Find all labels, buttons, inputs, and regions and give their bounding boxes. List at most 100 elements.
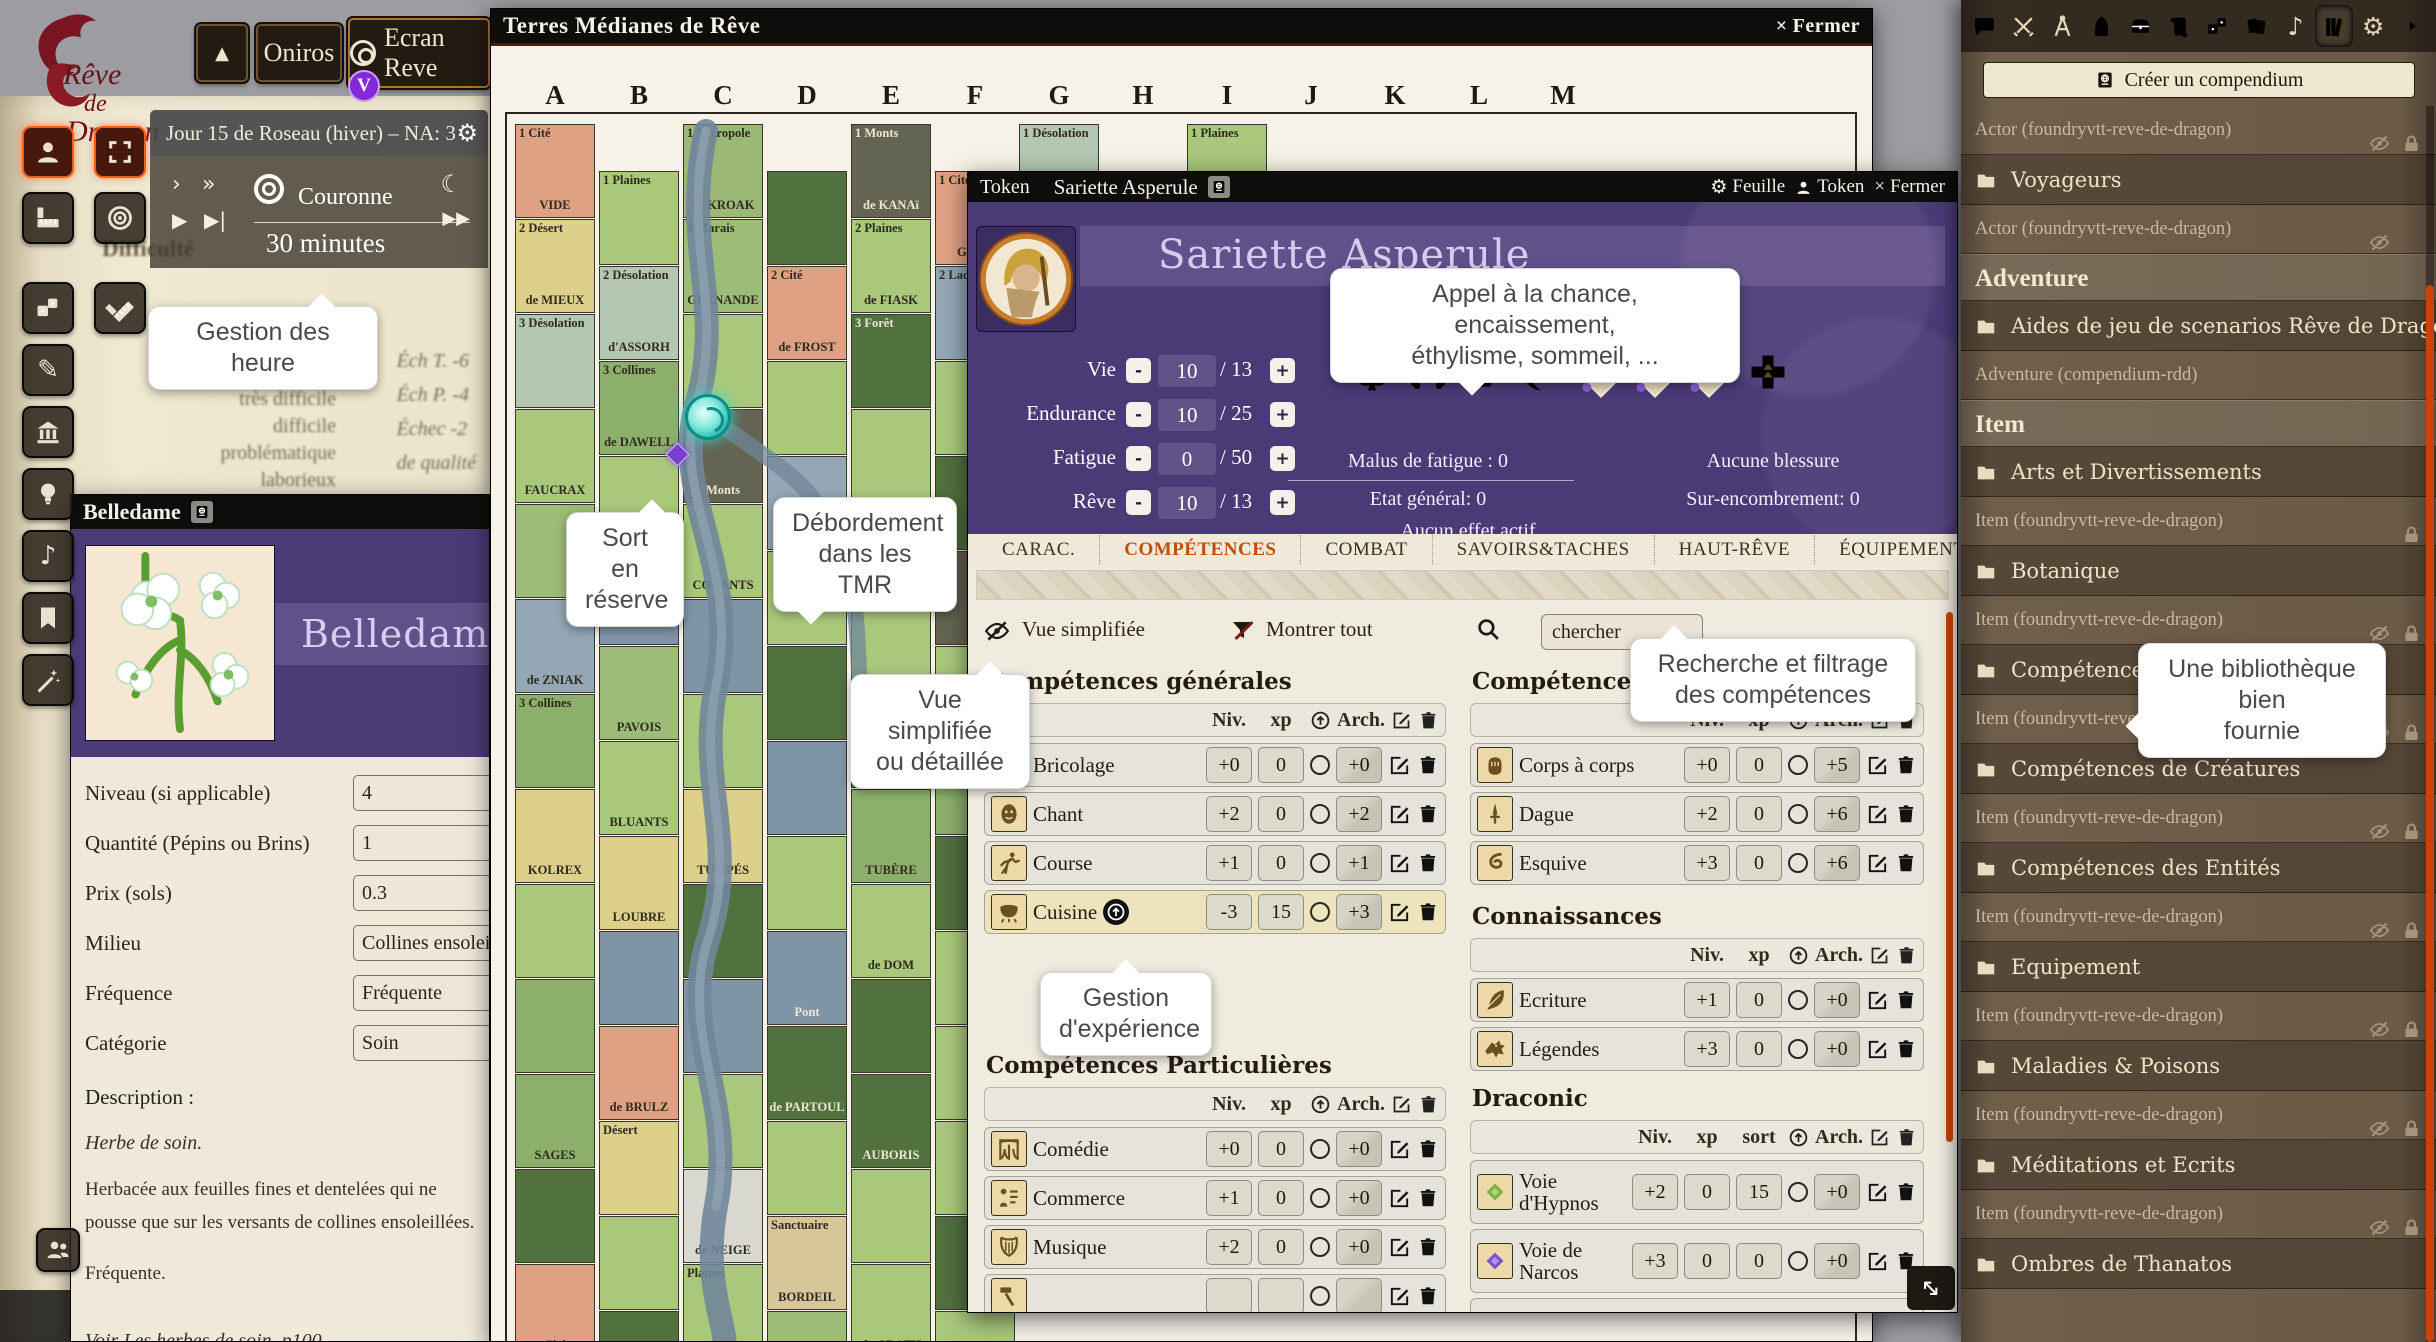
eye-slash-icon[interactable] [2369, 906, 2390, 955]
tmr-tile-A4[interactable]: FAUCRAX [515, 409, 595, 503]
tmr-tile-A3[interactable]: 3 Désolation [515, 314, 595, 408]
tmr-tile-C11[interactable] [683, 1074, 763, 1168]
edit-icon[interactable] [1388, 754, 1411, 777]
tab-items[interactable] [2122, 6, 2158, 46]
edit-icon[interactable] [1866, 1250, 1889, 1273]
trash-icon[interactable] [1417, 1138, 1439, 1160]
tmr-tile-C9[interactable] [683, 884, 763, 978]
roll-ring[interactable] [1788, 804, 1808, 824]
time-play-icon[interactable]: ▶ [172, 208, 187, 232]
tab-playlists[interactable]: ♪ [2278, 6, 2314, 46]
roll-ring[interactable] [1788, 1039, 1808, 1059]
tmr-tile-A11[interactable]: SAGES [515, 1074, 595, 1168]
sheet-scrollbar[interactable] [1946, 612, 1953, 1142]
endurance-value[interactable]: 10 [1158, 399, 1216, 431]
skill-row[interactable]: Dague+20+6 [1470, 792, 1924, 836]
xp-value[interactable]: 0 [1258, 1229, 1304, 1265]
eye-slash-icon[interactable] [2369, 1005, 2390, 1054]
tmr-tile-B6[interactable]: PAVOIS [599, 646, 679, 740]
edit-icon[interactable] [1866, 1038, 1889, 1061]
tab-settings[interactable]: ⚙ [2355, 6, 2391, 46]
trash-icon[interactable] [1417, 1236, 1439, 1258]
tmr-tile-B1[interactable]: 1 Plaines [599, 171, 679, 265]
tmr-tile-D3[interactable] [767, 361, 847, 455]
tmr-tile-E12[interactable] [851, 1169, 931, 1263]
edit-icon[interactable] [1866, 852, 1889, 875]
xp-value[interactable]: 0 [1258, 747, 1304, 783]
tool-ruler[interactable] [22, 192, 74, 244]
night-moon-icon[interactable]: ☾ [440, 170, 462, 198]
niv-value[interactable]: +1 [1684, 982, 1730, 1018]
tab-compendium[interactable] [2316, 6, 2352, 46]
compendium-folder[interactable]: Méditations et Ecrits [1961, 1140, 2436, 1190]
tab-combat[interactable] [2006, 6, 2042, 46]
compendium-folder[interactable]: Ombres de Thanatos [1961, 1239, 2436, 1289]
window-resize-handle[interactable]: ↔ [1907, 1266, 1955, 1310]
lock-icon[interactable] [2401, 807, 2422, 856]
vie-value[interactable]: 10 [1158, 355, 1216, 387]
compendium-entry[interactable]: Actor (foundryvtt-reve-de-dragon) [1961, 205, 2436, 254]
tmr-tile-E13[interactable]: de GRATH [851, 1264, 931, 1341]
compendium-folder[interactable]: Botanique [1961, 546, 2436, 596]
roll-ring[interactable] [1310, 1139, 1330, 1159]
skill-row[interactable]: Bricolage+00+0 [984, 743, 1446, 787]
tmr-tile-A1[interactable]: 1 CitéVIDE [515, 124, 595, 218]
compendium-entry[interactable]: Actor (foundryvtt-reve-de-dragon) [1961, 106, 2436, 155]
roll-ring[interactable] [1788, 1251, 1808, 1271]
prix-input[interactable] [353, 875, 490, 911]
tool-draw[interactable]: ✎ [22, 344, 74, 396]
niv-value[interactable]: +3 [1684, 845, 1730, 881]
edit-icon[interactable] [1866, 754, 1889, 777]
edit-icon[interactable] [1388, 1138, 1411, 1161]
oniros-button[interactable]: Oniros [256, 24, 342, 82]
xp-value[interactable]: 0 [1684, 1243, 1730, 1279]
tmr-tile-D12[interactable]: SanctuaireBORDEIL [767, 1216, 847, 1310]
fatigue-minus-button[interactable]: - [1126, 446, 1151, 471]
eye-slash-icon[interactable] [2369, 1104, 2390, 1153]
edit-icon[interactable] [1388, 1236, 1411, 1259]
edit-icon[interactable] [1388, 803, 1411, 826]
collapse-ui-button[interactable]: ▲ [196, 24, 248, 82]
niv-value[interactable] [1206, 1278, 1252, 1313]
xp-value[interactable]: 0 [1258, 1180, 1304, 1216]
niv-value[interactable]: +0 [1684, 747, 1730, 783]
sheet-titlebar[interactable]: Token Sariette Asperule ⚙ Feuille Token … [968, 172, 1957, 202]
skill-row[interactable]: Course+10+1 [984, 841, 1446, 885]
tmr-tile-E11[interactable]: AUBORIS [851, 1074, 931, 1168]
compendium-folder[interactable]: Voyageurs [1961, 155, 2436, 205]
milieu-input[interactable] [353, 925, 490, 961]
tool-select-token[interactable] [22, 126, 74, 178]
calendar-settings-icon[interactable]: ⚙ [456, 119, 478, 147]
tmr-tile-C12[interactable]: de NEIGE [683, 1169, 763, 1263]
roll-ring[interactable] [1788, 1182, 1808, 1202]
time-step-icon[interactable]: › [172, 172, 181, 197]
niv-value[interactable]: +1 [1206, 845, 1252, 881]
tmr-tile-E10[interactable] [851, 979, 931, 1073]
skill-row[interactable]: Commerce+10+0 [984, 1176, 1446, 1220]
tmr-tile-F13[interactable] [935, 1311, 1015, 1341]
edit-icon[interactable] [1866, 1181, 1889, 1204]
compendium-folder[interactable]: Equipement [1961, 942, 2436, 992]
sort-value[interactable] [1736, 1312, 1782, 1313]
lock-icon[interactable] [2401, 906, 2422, 955]
tmr-tile-B7[interactable]: BLUANTS [599, 741, 679, 835]
token-config-button[interactable]: Token [1795, 176, 1864, 198]
roll-ring[interactable] [1310, 1286, 1330, 1306]
time-next-icon[interactable]: ▶| [204, 208, 226, 232]
filter-funnel-icon[interactable] [1230, 618, 1254, 642]
roll-ring[interactable] [1310, 804, 1330, 824]
roll-ring[interactable] [1788, 990, 1808, 1010]
sheet-close-button[interactable]: × Fermer [1874, 176, 1945, 198]
roll-ring[interactable] [1310, 1188, 1330, 1208]
tab-haut-r-ve[interactable]: HAUT-RÊVE [1654, 535, 1814, 565]
xp-value[interactable] [1684, 1312, 1730, 1313]
frequence-input[interactable] [353, 975, 490, 1011]
niv-value[interactable]: +2 [1206, 1229, 1252, 1265]
tmr-tile-C8[interactable]: TUMPÉS [683, 789, 763, 883]
skill-row[interactable]: Chant+20+2 [984, 792, 1446, 836]
roll-ring[interactable] [1310, 853, 1330, 873]
simplified-view-icon[interactable] [984, 618, 1010, 644]
show-all-toggle[interactable]: Montrer tout [1266, 617, 1373, 642]
tool-dice[interactable] [22, 282, 74, 334]
edit-icon[interactable] [1388, 901, 1411, 924]
